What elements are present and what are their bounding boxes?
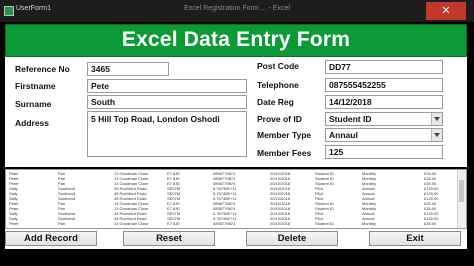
records-listbox[interactable]: Peter Pan 13 Goodman Close E7 8JE 0898779874… [5,169,467,229]
delete-button[interactable]: Delete [246,231,338,246]
member-type-label: Member Type [257,130,312,140]
firstname-label: Firstname [15,81,56,91]
exit-button[interactable]: Exit [369,231,461,246]
prove-of-id-value: Student ID [329,114,372,124]
form-header: Excel Data Entry Form [5,24,467,57]
surname-field[interactable]: South [87,95,247,109]
address-label: Address [15,118,50,128]
form-panel: Reference No 3465 Firstname Pete Surname… [5,57,467,167]
list-cell: Peter [9,221,19,226]
list-cell: 0898779874 [213,221,236,226]
list-cell: Monthly [362,221,377,226]
reference-no-label: Reference No [15,64,70,74]
list-cell: Student ID [315,221,334,226]
telephone-label: Telephone [257,80,299,90]
member-type-value: Annaul [329,130,358,140]
date-reg-label: Date Reg [257,97,294,107]
member-type-dropdown[interactable]: Annaul [325,128,443,142]
address-field[interactable]: 5 Hill Top Road, London Oshodi [87,111,247,157]
list-cell: £35.00 [424,221,437,226]
post-code-label: Post Code [257,61,300,71]
surname-label: Surname [15,99,52,109]
list-item[interactable]: Peter Pan 13 Goodman Close E7 8JE 0898779874… [6,221,458,226]
chevron-down-icon[interactable] [434,133,440,137]
reference-no-field[interactable]: 3465 [87,62,169,76]
telephone-field[interactable]: 087555452255 [325,78,443,92]
date-reg-field[interactable]: 14/12/2018 [325,95,443,109]
list-cell: E7 8JE [167,221,180,226]
chevron-down-icon[interactable] [434,117,440,121]
reset-button[interactable]: Reset [123,231,215,246]
member-fees-label: Member Fees [257,148,312,158]
listbox-scrollbar[interactable] [457,170,466,228]
window-title: Excel Registration Form ... - Excel [184,5,290,12]
button-bar: Add Record Reset Delete Exit [5,229,467,249]
firstname-field[interactable]: Pete [87,79,247,93]
member-fees-field[interactable]: 125 [325,145,443,159]
add-record-button[interactable]: Add Record [5,231,97,246]
close-icon: ✕ [441,5,451,17]
form-title: Excel Data Entry Form [121,28,351,51]
close-window-button[interactable]: ✕ [426,2,466,20]
list-cell: 20/10/2018 [270,221,291,226]
list-cell: Pan [58,221,66,226]
prove-of-id-dropdown[interactable]: Student ID [325,112,443,126]
post-code-field[interactable]: DD77 [325,60,443,74]
prove-of-id-label: Prove of ID [257,114,302,124]
list-cell: 13 Goodman Close [114,221,149,226]
listbox-rows: Peter Pan 13 Goodman Close E7 8JE 0898779874… [6,171,458,226]
bottom-strip [0,250,474,266]
window-titlebar: UserForm1 Excel Registration Form ... - … [0,0,474,22]
scrollbar-thumb[interactable] [459,180,464,202]
